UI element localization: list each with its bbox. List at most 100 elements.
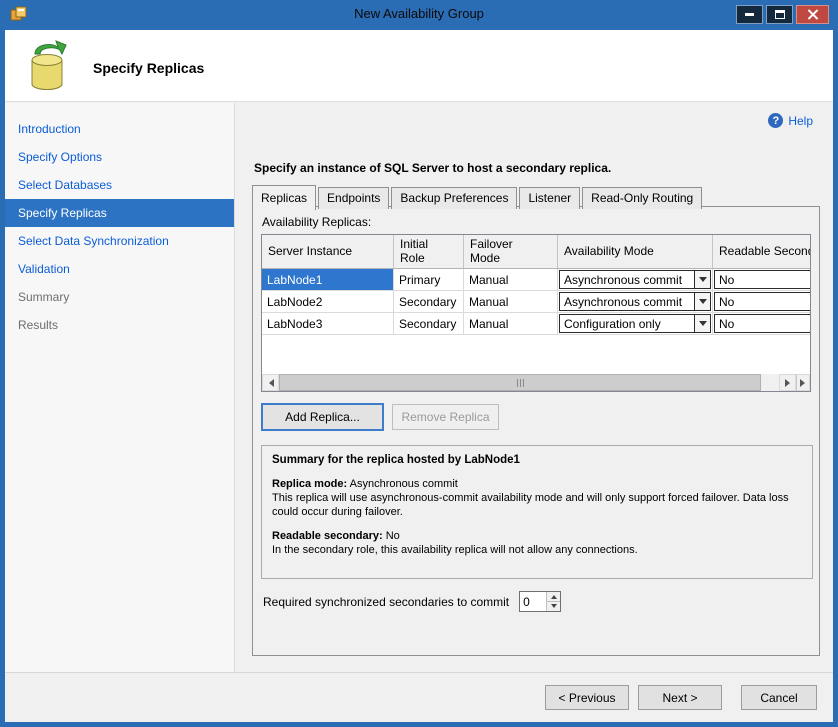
required-secondaries-row: Required synchronized secondaries to com… <box>263 591 561 612</box>
required-secondaries-input[interactable] <box>520 592 546 611</box>
availability-mode-dropdown[interactable]: Asynchronous commit <box>559 270 711 289</box>
spinner-up-button[interactable] <box>547 592 560 602</box>
next-button[interactable]: Next > <box>638 685 722 710</box>
cell-server-instance[interactable]: LabNode2 <box>262 291 394 312</box>
dropdown-value: Asynchronous commit <box>560 295 694 309</box>
readable-secondary-value: No <box>383 530 400 542</box>
cell-initial-role[interactable]: Secondary <box>394 291 464 312</box>
sidebar-item-select-data-synchronization[interactable]: Select Data Synchronization <box>5 227 234 255</box>
help-link[interactable]: ? Help <box>768 113 813 128</box>
tab-read-only-routing[interactable]: Read-Only Routing <box>582 187 702 209</box>
tab-listener[interactable]: Listener <box>519 187 580 209</box>
column-header-readable-secondary[interactable]: Readable Secondary <box>713 235 811 268</box>
column-header-label: Initial Role <box>400 238 446 266</box>
previous-button[interactable]: < Previous <box>545 685 629 710</box>
footer-buttons: < Previous Next > Cancel <box>536 685 817 710</box>
window-title: New Availability Group <box>0 6 838 21</box>
table-row: LabNode2 Secondary Manual Asynchronous c… <box>262 291 811 313</box>
dropdown-value: No <box>715 273 811 287</box>
table-row: LabNode1 Primary Manual Asynchronous com… <box>262 269 811 291</box>
readable-secondary-label: Readable secondary: <box>272 530 383 542</box>
dropdown-value: No <box>715 295 811 309</box>
cell-failover-mode[interactable]: Manual <box>464 269 558 290</box>
dropdown-value: No <box>715 317 811 331</box>
cell-readable-secondary: No <box>713 313 811 334</box>
sidebar-item-summary: Summary <box>5 283 234 311</box>
cell-server-instance[interactable]: LabNode1 <box>262 269 394 290</box>
scroll-left-button[interactable] <box>262 374 279 391</box>
cell-server-instance[interactable]: LabNode3 <box>262 313 394 334</box>
sidebar-item-results: Results <box>5 311 234 339</box>
replica-mode-label: Replica mode: <box>272 478 347 490</box>
spinner-down-button[interactable] <box>547 602 560 611</box>
cell-initial-role[interactable]: Primary <box>394 269 464 290</box>
readable-secondary-dropdown[interactable]: No <box>714 292 811 311</box>
column-header-label: Availability Mode <box>564 245 654 259</box>
table-row: LabNode3 Secondary Manual Configuration … <box>262 313 811 335</box>
window-body: Specify Replicas Introduction Specify Op… <box>5 30 833 722</box>
wizard-steps-sidebar: Introduction Specify Options Select Data… <box>5 103 235 672</box>
grid-header-row: Server Instance Initial Role Failover Mo… <box>262 235 811 269</box>
availability-mode-dropdown[interactable]: Configuration only <box>559 314 711 333</box>
close-button[interactable] <box>796 5 829 24</box>
column-header-label: Failover Mode <box>470 238 526 266</box>
chevron-down-icon[interactable] <box>694 315 710 332</box>
minimize-icon <box>745 13 754 16</box>
help-label: Help <box>788 114 813 128</box>
column-header-initial-role[interactable]: Initial Role <box>394 235 464 268</box>
scroll-right-icon <box>785 379 794 387</box>
horizontal-scrollbar[interactable] <box>262 374 810 391</box>
scrollbar-corner-button[interactable] <box>796 374 810 391</box>
close-icon <box>807 9 818 20</box>
replicas-tab-panel: Availability Replicas: Server Instance I… <box>252 206 820 656</box>
replica-mode-description: This replica will use asynchronous-commi… <box>272 492 789 518</box>
sidebar-item-validation[interactable]: Validation <box>5 255 234 283</box>
sidebar-item-select-databases[interactable]: Select Databases <box>5 171 234 199</box>
replica-database-icon <box>23 38 75 96</box>
maximize-icon <box>775 10 785 19</box>
titlebar[interactable]: New Availability Group <box>0 0 838 30</box>
chevron-down-icon[interactable] <box>694 271 710 288</box>
tab-endpoints[interactable]: Endpoints <box>318 187 389 209</box>
instruction-text: Specify an instance of SQL Server to hos… <box>254 161 611 175</box>
sidebar-item-introduction[interactable]: Introduction <box>5 115 234 143</box>
column-header-label: Server Instance <box>268 245 352 259</box>
cell-failover-mode[interactable]: Manual <box>464 291 558 312</box>
readable-secondary-dropdown[interactable]: No <box>714 314 811 333</box>
cancel-button[interactable]: Cancel <box>741 685 817 710</box>
column-header-failover-mode[interactable]: Failover Mode <box>464 235 558 268</box>
tab-strip: Replicas Endpoints Backup Preferences Li… <box>252 185 704 209</box>
footer-bar: < Previous Next > Cancel <box>5 672 833 722</box>
cell-availability-mode: Configuration only <box>558 313 713 334</box>
required-secondaries-spinner <box>519 591 561 612</box>
sidebar-item-specify-replicas[interactable]: Specify Replicas <box>5 199 234 227</box>
add-replica-button[interactable]: Add Replica... <box>261 403 384 431</box>
tab-replicas[interactable]: Replicas <box>252 185 316 210</box>
sidebar-item-specify-options[interactable]: Specify Options <box>5 143 234 171</box>
cell-availability-mode: Asynchronous commit <box>558 291 713 312</box>
cell-initial-role[interactable]: Secondary <box>394 313 464 334</box>
maximize-button[interactable] <box>766 5 793 24</box>
cell-failover-mode[interactable]: Manual <box>464 313 558 334</box>
summary-title: Summary for the replica hosted by LabNod… <box>272 454 802 466</box>
column-header-server-instance[interactable]: Server Instance <box>262 235 394 268</box>
readable-secondary-dropdown[interactable]: No <box>714 270 811 289</box>
scroll-left-icon <box>265 379 274 387</box>
replica-mode-section: Replica mode: Asynchronous commit This r… <box>272 478 802 519</box>
readable-secondary-description: In the secondary role, this availability… <box>272 544 638 556</box>
column-header-label: Readable Secondary <box>719 245 811 259</box>
cell-availability-mode: Asynchronous commit <box>558 269 713 290</box>
tab-backup-preferences[interactable]: Backup Preferences <box>391 187 517 209</box>
chevron-down-icon[interactable] <box>694 293 710 310</box>
spinner-buttons <box>546 592 560 611</box>
column-header-availability-mode[interactable]: Availability Mode <box>558 235 713 268</box>
help-icon: ? <box>768 113 783 128</box>
minimize-button[interactable] <box>736 5 763 24</box>
dropdown-value: Asynchronous commit <box>560 273 694 287</box>
window-controls <box>736 5 829 24</box>
page-title: Specify Replicas <box>93 60 204 76</box>
scrollbar-thumb[interactable] <box>279 374 761 391</box>
cell-readable-secondary: No <box>713 291 811 312</box>
scroll-right-button[interactable] <box>779 374 796 391</box>
availability-mode-dropdown[interactable]: Asynchronous commit <box>559 292 711 311</box>
